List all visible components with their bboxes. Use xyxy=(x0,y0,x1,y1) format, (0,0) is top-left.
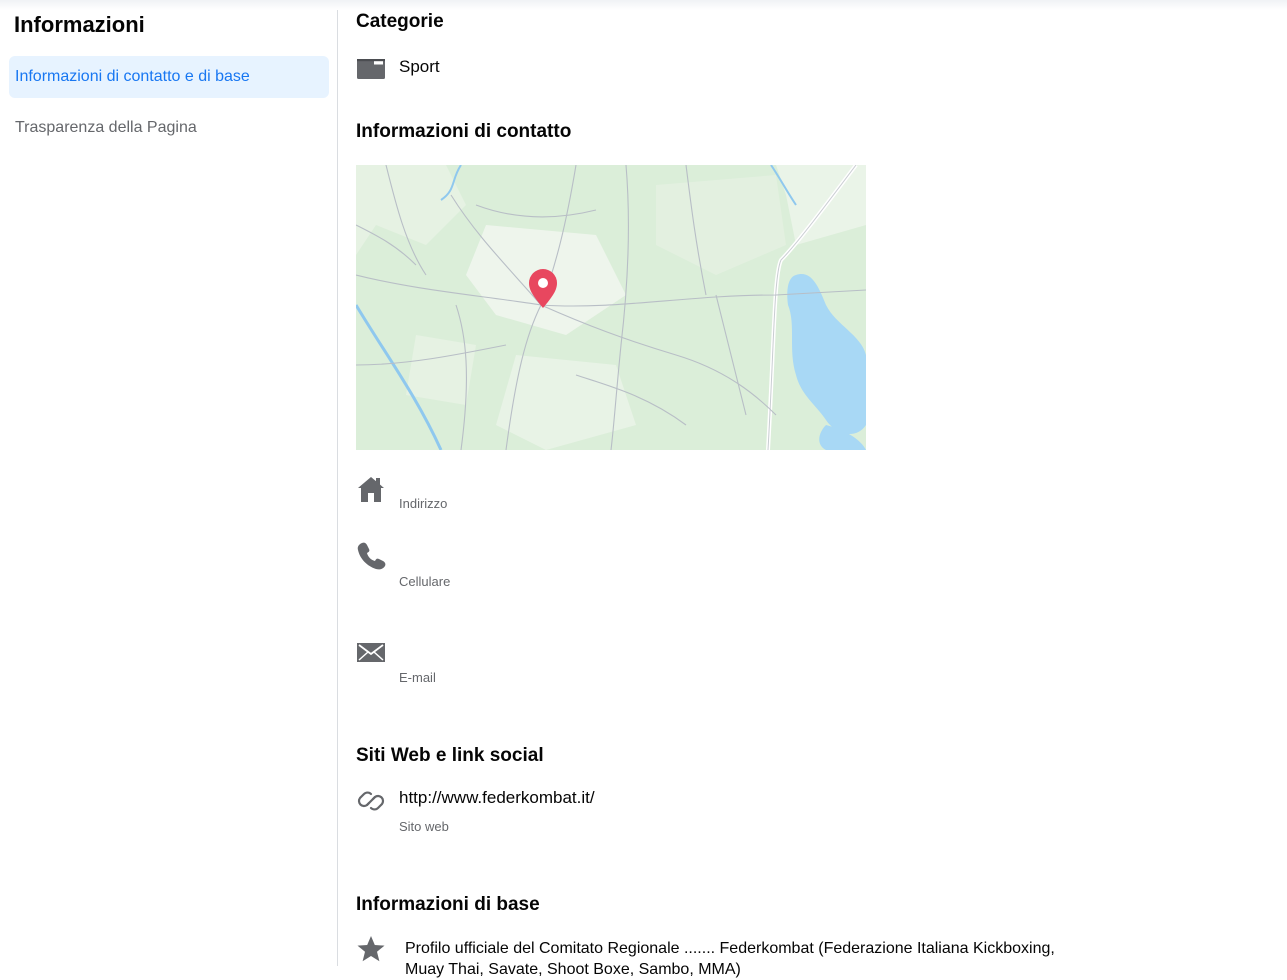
sidebar-divider xyxy=(337,10,338,966)
sidebar-item-label: Trasparenza della Pagina xyxy=(15,119,197,136)
sidebar-title: Informazioni xyxy=(14,12,145,37)
sidebar-item-contact-basic-info[interactable]: Informazioni di contatto e di base xyxy=(9,56,329,98)
sidebar-item-label: Informazioni di contatto e di base xyxy=(15,68,250,85)
category-folder-icon xyxy=(356,53,386,83)
categories-heading: Categorie xyxy=(356,11,444,32)
page-description: Profilo ufficiale del Comitato Regionale… xyxy=(405,940,1055,978)
contact-heading: Informazioni di contatto xyxy=(356,121,572,142)
category-sport[interactable]: Sport xyxy=(399,57,440,77)
star-icon xyxy=(356,934,386,964)
location-map[interactable] xyxy=(356,165,866,450)
email-label: E-mail xyxy=(399,670,436,685)
home-icon xyxy=(356,474,386,504)
sidebar-item-page-transparency[interactable]: Trasparenza della Pagina xyxy=(9,107,329,149)
website-link[interactable]: http://www.federkombat.it/ xyxy=(399,788,595,808)
address-label: Indirizzo xyxy=(399,496,448,511)
sidebar: Informazioni Informazioni di contatto e … xyxy=(0,0,337,980)
phone-label: Cellulare xyxy=(399,574,451,589)
phone-icon xyxy=(356,540,386,570)
link-icon xyxy=(356,786,386,816)
website-label: Sito web xyxy=(399,819,449,834)
main-content: Categorie Sport Informazioni di contatto xyxy=(356,0,1256,980)
basic-info-heading: Informazioni di base xyxy=(356,894,540,915)
websites-heading: Siti Web e link social xyxy=(356,745,544,766)
envelope-icon xyxy=(356,637,386,667)
